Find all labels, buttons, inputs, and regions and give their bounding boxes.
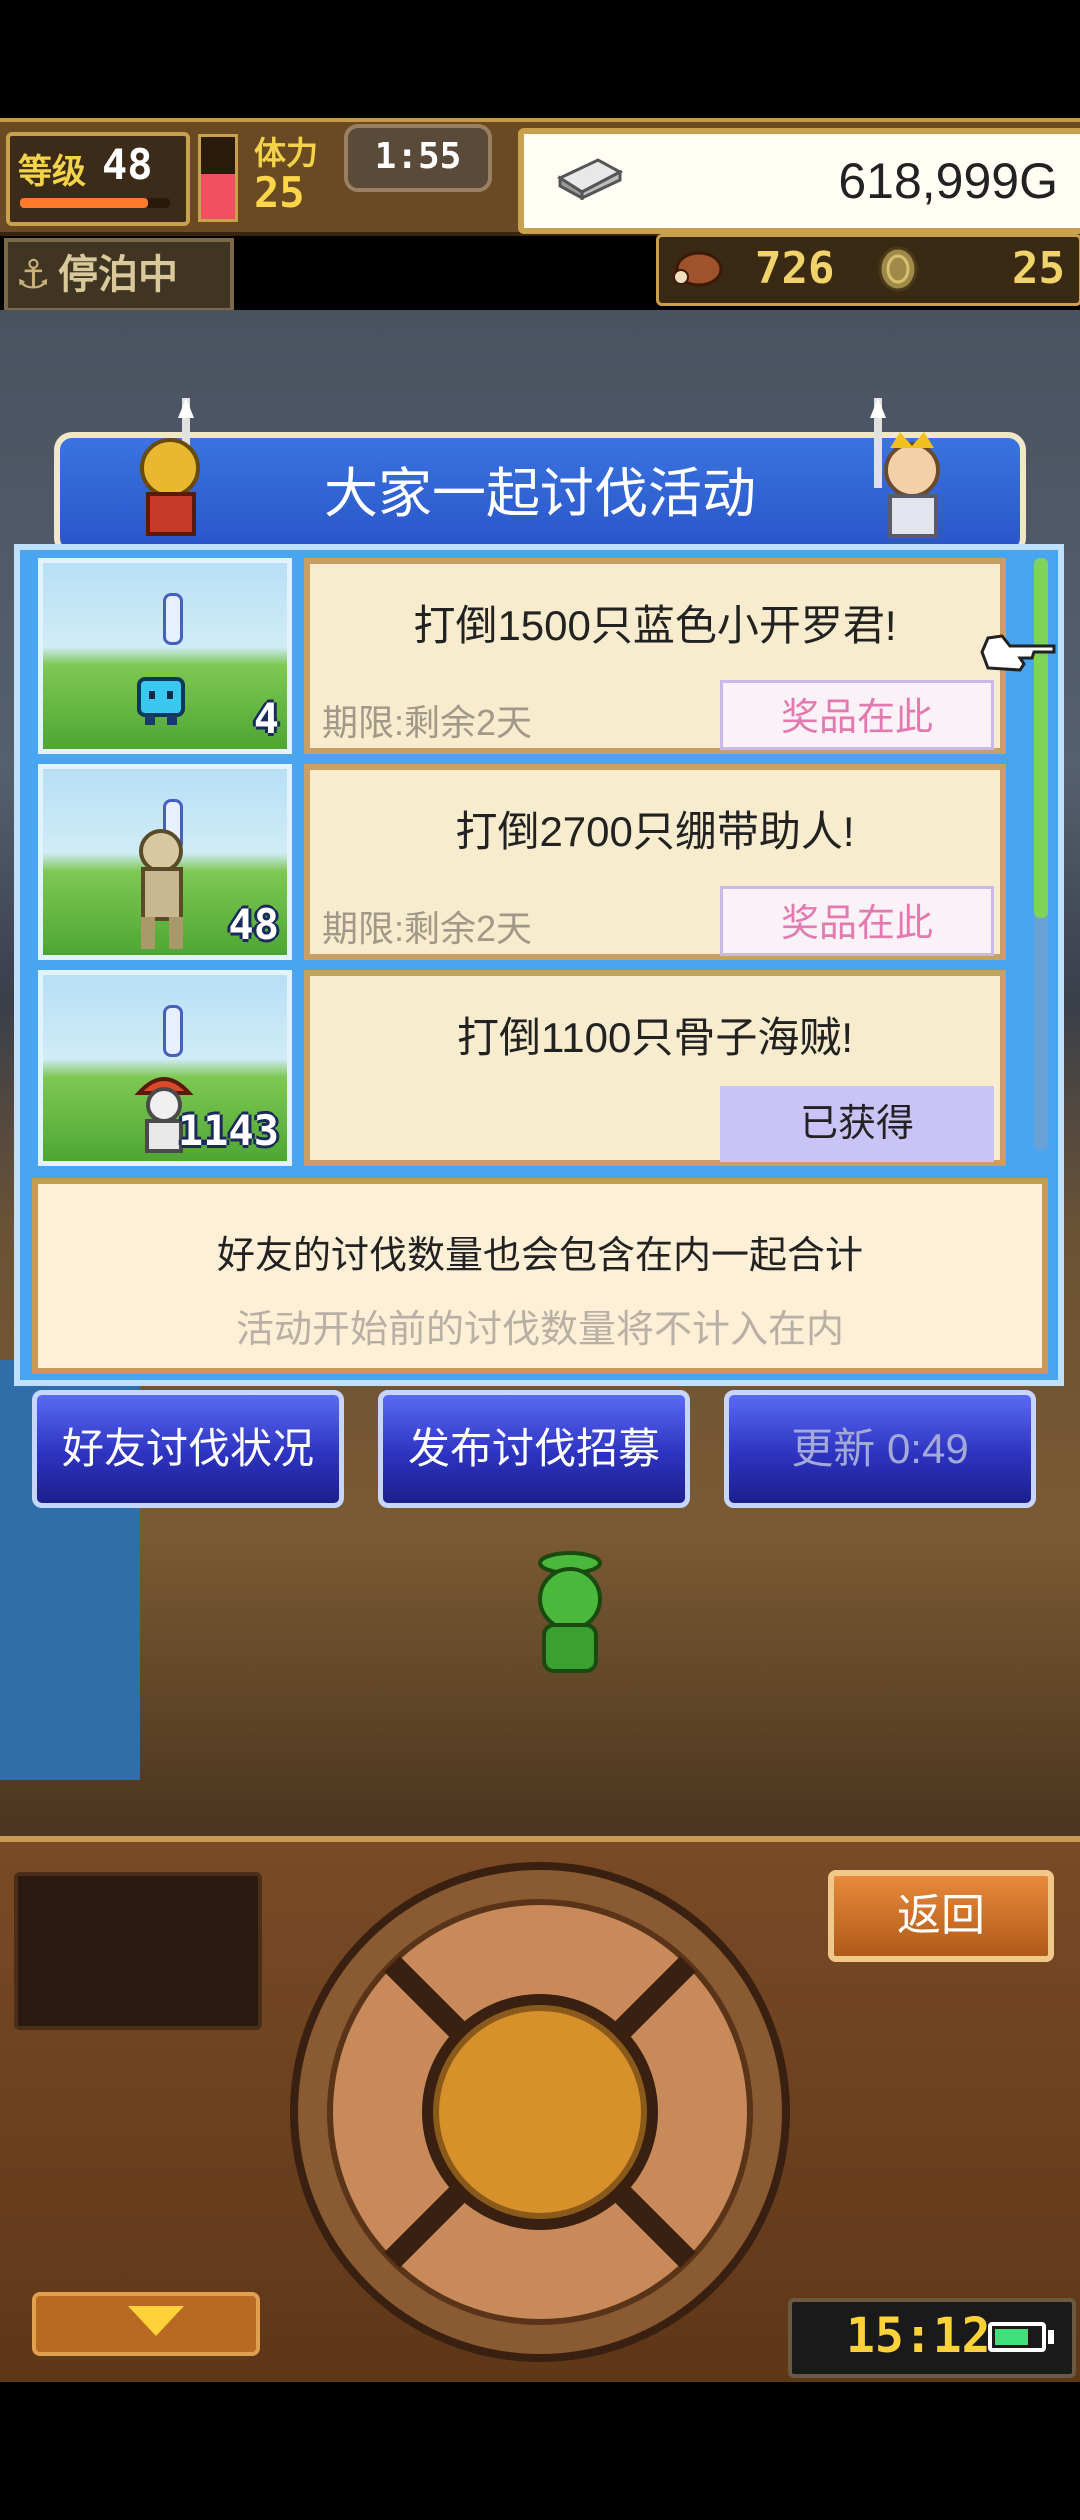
info-text-secondary: 活动开始前的讨伐数量将不计入在内: [235, 1309, 844, 1351]
quest-thumbnail: 48: [38, 764, 292, 960]
mummy-sprite-icon: [139, 829, 183, 949]
post-recruit-button[interactable]: 发布讨伐招募: [378, 1390, 690, 1508]
info-text-primary: 好友的讨伐数量也会包含在内一起合计: [216, 1235, 863, 1277]
level-value: 48: [102, 140, 153, 189]
resource-panel: 726 25: [656, 234, 1080, 306]
claim-reward-button[interactable]: 奖品在此: [720, 680, 994, 750]
food-icon: [673, 251, 723, 287]
battery-icon: [988, 2322, 1046, 2352]
quest-thumbnail: 4: [38, 558, 292, 754]
quest-card: 打倒1500只蓝色小开罗君! 期限:剩余2天 奖品在此: [304, 558, 1006, 754]
medal-amount: 25: [1012, 243, 1065, 294]
directional-pad[interactable]: [288, 1860, 792, 2364]
quest-title: 打倒2700只绷带助人!: [455, 808, 855, 855]
control-panel: 返回 15:12: [0, 1836, 1080, 2382]
quest-defeat-count: 48: [228, 900, 279, 949]
quest-defeat-count: 4: [253, 694, 279, 743]
quest-dialog: 4 打倒1500只蓝色小开罗君! 期限:剩余2天 奖品在此 48 打倒2700只…: [14, 544, 1064, 1386]
refresh-button[interactable]: 更新 0:49: [724, 1390, 1036, 1508]
frog-character-sprite-icon: [538, 1551, 602, 1673]
clock-time: 15:12: [846, 2308, 991, 2364]
battery-level-fill: [995, 2329, 1028, 2345]
clock-panel: 15:12: [788, 2298, 1076, 2378]
obtained-button[interactable]: 已获得: [720, 1086, 994, 1162]
quest-deadline: 期限:剩余2天: [322, 702, 533, 743]
stamina-gauge-fill: [201, 173, 235, 219]
docked-label: 停泊中: [58, 253, 178, 297]
back-button[interactable]: 返回: [828, 1870, 1054, 1962]
chevron-down-icon: [128, 2306, 184, 2336]
gold-panel: 618,999G: [518, 128, 1080, 234]
alert-icon: [163, 1005, 183, 1057]
claim-reward-button[interactable]: 奖品在此: [720, 886, 994, 956]
stamina-gauge: [198, 134, 238, 222]
quest-card: 打倒2700只绷带助人! 期限:剩余2天 奖品在此: [304, 764, 1006, 960]
level-progress-bar: [20, 198, 170, 208]
blue-monster-sprite-icon: [137, 677, 185, 725]
anchor-icon: ⚓: [15, 253, 51, 297]
quest-card: 打倒1100只骨子海贼! 已获得: [304, 970, 1006, 1166]
alert-icon: [163, 593, 183, 645]
quest-title: 打倒1500只蓝色小开罗君!: [413, 602, 897, 649]
docked-status-badge: ⚓ 停泊中: [4, 238, 234, 312]
battery-tip: [1048, 2330, 1054, 2344]
level-progress-fill: [20, 198, 148, 208]
quest-thumbnail: 1143: [38, 970, 292, 1166]
silver-bar-icon: [556, 158, 624, 200]
stamina-value: 25: [254, 168, 305, 217]
gold-amount: 618,999G: [838, 153, 1058, 209]
quest-deadline: 期限:剩余2天: [322, 908, 533, 949]
quest-defeat-count: 1143: [177, 1106, 279, 1155]
knight-sprite-icon: [140, 398, 200, 536]
dialog-title-banner: 大家一起讨伐活动: [54, 398, 1026, 556]
quest-title: 打倒1100只骨子海贼!: [457, 1014, 853, 1061]
prince-sprite-icon: [870, 398, 940, 538]
medal-icon: [878, 246, 918, 292]
level-panel: 等级 48: [6, 132, 190, 226]
scrollbar-thumb[interactable]: [1034, 558, 1048, 918]
menu-toggle-button[interactable]: [32, 2292, 260, 2356]
stamina-timer: 1:55: [344, 124, 492, 192]
empty-slot: [14, 1872, 262, 2030]
friends-status-button[interactable]: 好友讨伐状况: [32, 1390, 344, 1508]
event-info-box: 好友的讨伐数量也会包含在内一起合计 活动开始前的讨伐数量将不计入在内: [32, 1178, 1048, 1374]
pointing-hand-icon: [980, 634, 1056, 672]
level-label: 等级: [18, 153, 86, 191]
top-hud: 等级 48 体力 25 1:55 618,999G: [0, 118, 1080, 236]
food-amount: 726: [755, 243, 835, 294]
